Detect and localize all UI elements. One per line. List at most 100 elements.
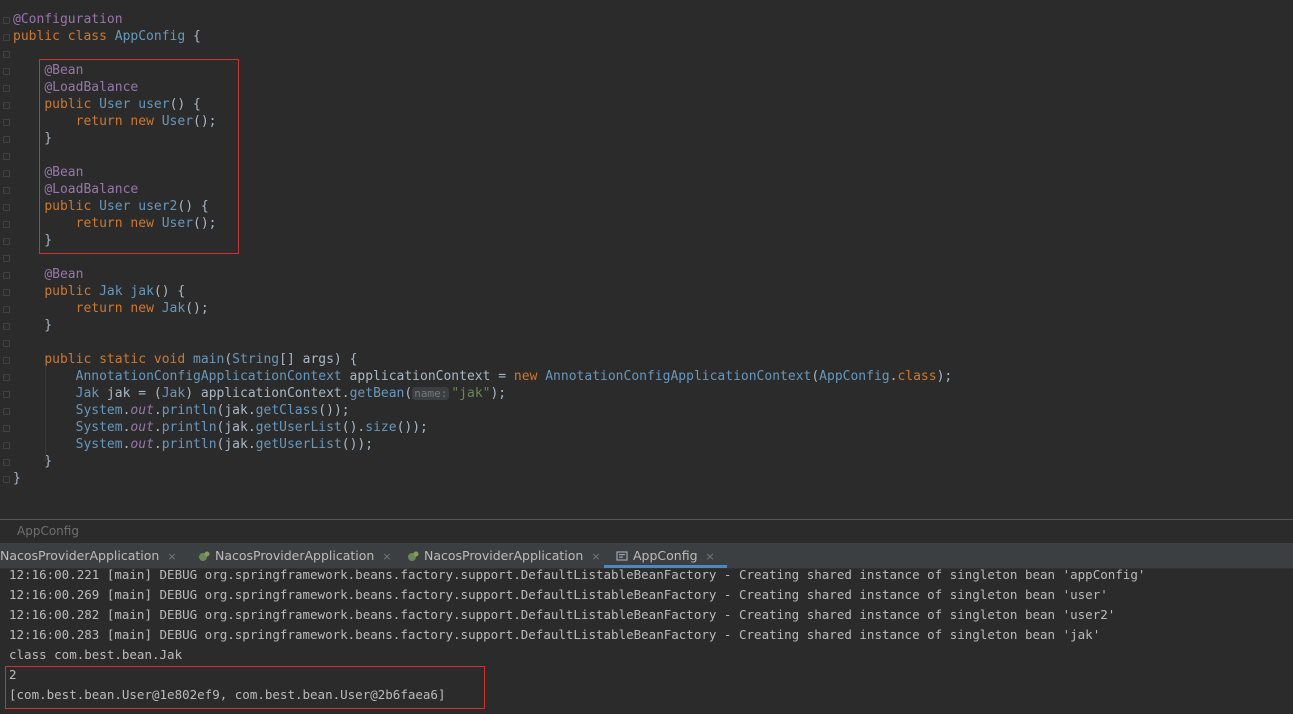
code-token: public class <box>13 29 115 44</box>
code-line[interactable]: public static void main(String[] args) { <box>13 351 357 368</box>
tab-label: NacosProviderApplication <box>424 548 584 563</box>
fold-marker-icon[interactable] <box>3 289 10 296</box>
run-config-icon <box>616 545 628 561</box>
close-icon[interactable]: × <box>591 550 600 563</box>
code-token: [] args) { <box>279 352 358 367</box>
code-line[interactable]: AnnotationConfigApplicationContext appli… <box>13 368 953 385</box>
fold-marker-icon[interactable] <box>3 374 10 381</box>
fold-marker-icon[interactable] <box>3 68 10 75</box>
fold-marker-icon[interactable] <box>3 85 10 92</box>
fold-marker-icon[interactable] <box>3 340 10 347</box>
code-token: ); <box>490 386 507 401</box>
fold-marker-icon[interactable] <box>3 272 10 279</box>
code-token: } <box>13 318 53 333</box>
code-line[interactable]: } <box>13 317 52 334</box>
code-token: AppConfig <box>819 369 890 384</box>
fold-marker-icon[interactable] <box>3 204 10 211</box>
fold-marker-icon[interactable] <box>3 408 10 415</box>
code-token: getUserList <box>255 420 342 435</box>
fold-marker-icon[interactable] <box>3 306 10 313</box>
code-token: AnnotationConfigApplicationContext <box>545 369 812 384</box>
code-token: applicationContext = <box>341 369 514 384</box>
code-line[interactable]: } <box>13 470 21 487</box>
fold-marker-icon[interactable] <box>3 476 10 483</box>
code-token: ()); <box>396 420 428 435</box>
code-token: @Configuration <box>13 12 123 27</box>
close-icon[interactable]: × <box>167 550 176 563</box>
code-token: . <box>153 437 162 452</box>
fold-marker-icon[interactable] <box>3 34 10 41</box>
code-line[interactable]: System.out.println(jak.getUserList()); <box>13 436 373 453</box>
code-token: public <box>44 284 100 299</box>
code-line[interactable]: System.out.println(jak.getClass()); <box>13 402 350 419</box>
code-editor[interactable]: @Configuration public class AppConfig { @… <box>0 0 1293 517</box>
close-icon[interactable]: × <box>706 550 715 563</box>
fold-marker-icon[interactable] <box>3 221 10 228</box>
fold-marker-icon[interactable] <box>3 119 10 126</box>
breadcrumb: AppConfig <box>0 519 1293 544</box>
code-token: out <box>130 437 154 452</box>
code-token: jak <box>130 284 154 299</box>
code-token: println <box>161 420 217 435</box>
fold-marker-icon[interactable] <box>3 102 10 109</box>
code-token: getUserList <box>255 437 342 452</box>
fold-marker-icon[interactable] <box>3 459 10 466</box>
code-token: } <box>13 454 53 469</box>
log-line: 12:16:00.283 [main] DEBUG org.springfram… <box>9 627 1101 642</box>
fold-marker-icon[interactable] <box>3 153 10 160</box>
code-token: ()); <box>341 437 374 452</box>
log-line: class com.best.bean.Jak <box>9 647 183 662</box>
code-token: getBean <box>349 386 405 401</box>
code-token: ); <box>936 369 953 384</box>
fold-marker-icon[interactable] <box>3 238 10 245</box>
highlight-box-beans <box>39 59 239 254</box>
fold-marker-icon[interactable] <box>3 170 10 177</box>
fold-marker-icon[interactable] <box>3 442 10 449</box>
code-token: @Bean <box>44 267 84 282</box>
code-token: out <box>130 403 154 418</box>
editor-scrollbar[interactable] <box>1283 0 1293 517</box>
code-token: public static void <box>44 352 194 367</box>
fold-marker-icon[interactable] <box>3 323 10 330</box>
code-token: Jak <box>161 301 186 316</box>
fold-marker-icon[interactable] <box>3 51 10 58</box>
code-line[interactable]: Jak jak = (Jak) applicationContext.getBe… <box>13 385 507 402</box>
code-token: System <box>75 437 123 452</box>
fold-marker-icon[interactable] <box>3 255 10 262</box>
code-token: out <box>130 420 154 435</box>
code-token: getClass <box>255 403 319 418</box>
code-line[interactable]: System.out.println(jak.getUserList().siz… <box>13 419 428 436</box>
code-line[interactable]: } <box>13 453 52 470</box>
indent-guide <box>45 365 46 461</box>
close-icon[interactable]: × <box>382 550 391 563</box>
code-line[interactable]: @Bean <box>13 266 83 283</box>
code-line[interactable]: return new Jak(); <box>13 300 209 317</box>
code-token: new <box>513 369 546 384</box>
log-line: 12:16:00.282 [main] DEBUG org.springfram… <box>9 607 1116 622</box>
code-token: Jak <box>161 386 186 401</box>
fold-marker-icon[interactable] <box>3 391 10 398</box>
code-line[interactable]: public class AppConfig { <box>13 28 201 45</box>
tab-label: AppConfig <box>633 548 698 563</box>
fold-marker-icon[interactable] <box>3 187 10 194</box>
code-token: . <box>153 403 162 418</box>
fold-marker-icon[interactable] <box>3 425 10 432</box>
editor-gutter[interactable] <box>0 0 12 517</box>
code-line[interactable]: public Jak jak() { <box>13 283 185 300</box>
code-token: . <box>153 420 162 435</box>
code-line[interactable]: @Configuration <box>13 11 123 28</box>
code-token: System <box>75 403 123 418</box>
fold-marker-icon[interactable] <box>3 357 10 364</box>
breadcrumb-label[interactable]: AppConfig <box>17 524 79 538</box>
code-token: () { <box>153 284 186 299</box>
fold-marker-icon[interactable] <box>3 136 10 143</box>
code-token: return new <box>75 301 162 316</box>
fold-marker-icon[interactable] <box>3 17 10 24</box>
code-token: Jak <box>75 386 100 401</box>
code-token: (jak. <box>216 437 256 452</box>
console-output[interactable]: 12:16:00.221 [main] DEBUG org.springfram… <box>0 567 1293 714</box>
code-token: size <box>365 420 397 435</box>
